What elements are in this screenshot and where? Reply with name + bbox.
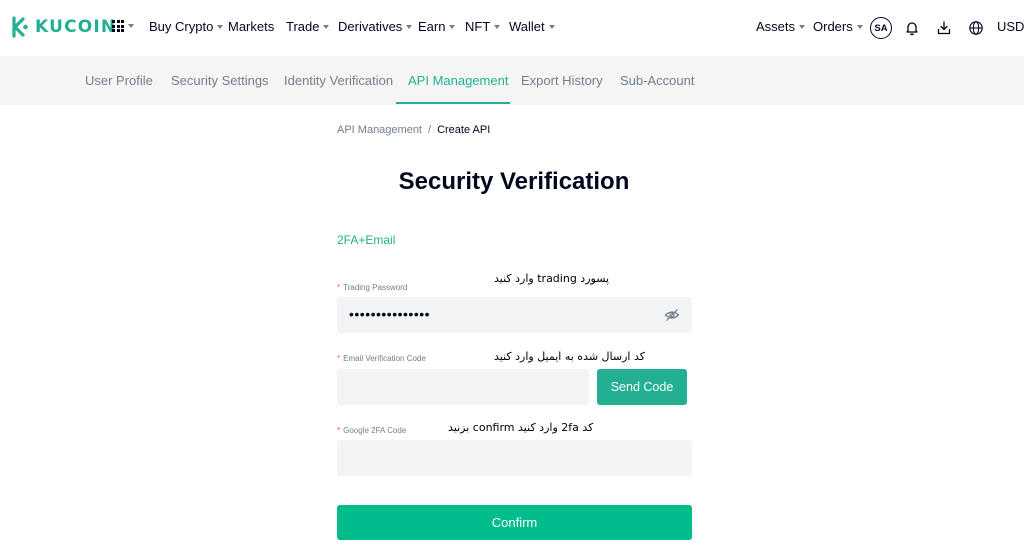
google-2fa-label-text: Google 2FA Code [343,426,407,435]
tab-security-settings[interactable]: Security Settings [171,73,269,88]
send-code-button[interactable]: Send Code [597,369,687,405]
kucoin-logo[interactable]: KUCOIN [8,16,116,38]
verification-method: 2FA+Email [337,233,396,247]
apps-grid-button[interactable] [112,20,134,32]
chevron-down-icon [406,24,413,29]
tab-identity-verification[interactable]: Identity Verification [284,73,393,88]
nav-buy-crypto-label: Buy Crypto [149,19,214,34]
trading-password-value: ••••••••••••••• [349,306,431,322]
globe-icon[interactable] [968,20,984,36]
avatar[interactable]: SA [870,17,892,39]
nav-trade-label: Trade [286,19,320,34]
orders-menu[interactable]: Orders [813,19,863,34]
email-code-note: کد ارسال شده به ایمیل وارد کنید [494,350,645,363]
chevron-down-icon [799,24,806,29]
nav-trade[interactable]: Trade [286,19,330,34]
email-code-field[interactable] [337,369,589,405]
nav-buy-crypto[interactable]: Buy Crypto [149,19,224,34]
confirm-button[interactable]: Confirm [337,505,692,540]
nav-markets-label: Markets [228,19,275,34]
currency-label: USD [997,19,1024,34]
nav-derivatives[interactable]: Derivatives [338,19,413,34]
trading-password-field[interactable]: ••••••••••••••• [337,297,692,333]
tab-user-profile[interactable]: User Profile [85,73,153,88]
chevron-down-icon [128,24,134,28]
active-tab-indicator [396,102,510,104]
nav-nft[interactable]: NFT [465,19,501,34]
tab-export-history[interactable]: Export History [521,73,603,88]
breadcrumb-separator: / [428,124,432,136]
orders-label: Orders [813,19,853,34]
download-icon[interactable] [936,20,952,36]
eye-off-icon[interactable] [664,307,680,323]
nav-wallet-label: Wallet [509,19,545,34]
nav-earn-label: Earn [418,19,446,34]
required-mark: * [337,283,341,292]
nav-wallet[interactable]: Wallet [509,19,555,34]
trading-password-label-text: Trading Password [343,283,408,292]
logo-text: KUCOIN [35,17,117,37]
nav-derivatives-label: Derivatives [338,19,403,34]
email-code-label: * Email Verification Code [337,354,426,363]
apps-grid-icon [112,20,124,32]
assets-label: Assets [756,19,796,34]
email-code-label-text: Email Verification Code [343,354,426,363]
breadcrumb-parent[interactable]: API Management [337,124,422,136]
tab-sub-account[interactable]: Sub-Account [620,73,694,88]
required-mark: * [337,426,341,435]
nav-nft-label: NFT [465,19,491,34]
chevron-down-icon [449,24,456,29]
google-2fa-label: * Google 2FA Code [337,426,406,435]
bell-icon[interactable] [904,20,920,36]
breadcrumb-current: Create API [437,124,491,136]
account-subnav: User Profile Security Settings Identity … [0,56,1024,105]
chevron-down-icon [494,24,501,29]
chevron-down-icon [548,24,555,29]
trading-password-label: * Trading Password [337,283,407,292]
nav-markets[interactable]: Markets [228,19,274,34]
assets-menu[interactable]: Assets [756,19,806,34]
trading-password-note: پسورد trading وارد کنید [494,272,610,285]
chevron-down-icon [217,24,224,29]
tab-api-management[interactable]: API Management [408,73,508,88]
currency-selector[interactable]: USD [997,19,1024,34]
page-title: Security Verification [398,168,630,195]
kucoin-logo-icon [12,16,28,38]
google-2fa-field[interactable] [337,440,692,476]
top-navigation: KUCOIN Buy Crypto Markets Trade Derivati… [0,0,1024,56]
chevron-down-icon [856,24,863,29]
required-mark: * [337,354,341,363]
google-2fa-note: کد 2fa وارد کنید confirm بزنید [448,421,594,434]
nav-earn[interactable]: Earn [418,19,456,34]
chevron-down-icon [323,24,330,29]
breadcrumb: API Management / Create API [337,124,490,136]
